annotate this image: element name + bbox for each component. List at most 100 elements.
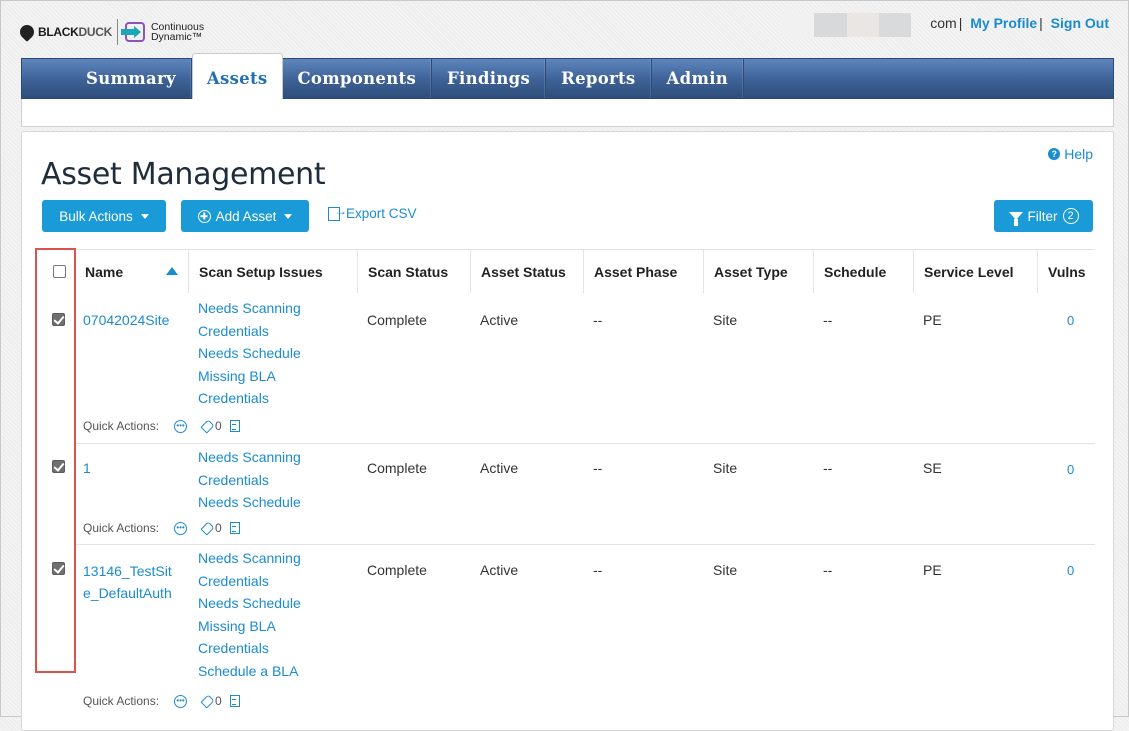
- asset-name-line: 13146_TestSit: [83, 563, 172, 579]
- asset-name-link[interactable]: 1: [83, 459, 91, 477]
- help-label: Help: [1064, 146, 1093, 162]
- continuous-dynamic-logo-icon: [120, 22, 145, 42]
- scan-setup-issues: Needs Scanning Credentials Needs Schedul…: [198, 297, 301, 410]
- logo-divider: [116, 19, 118, 45]
- asset-type: Site: [713, 312, 738, 328]
- tag-icon[interactable]: [200, 520, 215, 536]
- more-actions-icon[interactable]: •••: [174, 521, 188, 535]
- tab-components[interactable]: Components: [283, 59, 433, 98]
- bulk-actions-button[interactable]: Bulk Actions: [42, 200, 166, 232]
- filter-count-badge: 2: [1062, 208, 1079, 224]
- scan-setup-issues: Needs Scanning Credentials Needs Schedul…: [198, 547, 301, 682]
- service-level: PE: [923, 312, 942, 328]
- export-csv-label: Export CSV: [346, 206, 417, 221]
- service-level: SE: [923, 460, 942, 476]
- redacted-email-block: [847, 13, 879, 37]
- issue-link[interactable]: Needs Scanning: [198, 297, 301, 320]
- issue-link[interactable]: Needs Schedule: [198, 491, 301, 514]
- redacted-email-block: [781, 13, 814, 37]
- schedule: --: [823, 312, 833, 328]
- export-icon: [328, 204, 347, 221]
- tab-findings[interactable]: Findings: [432, 59, 547, 98]
- filter-button[interactable]: Filter 2: [994, 200, 1093, 232]
- scan-status: Complete: [367, 562, 427, 578]
- asset-name-link[interactable]: 07042024Site: [83, 311, 169, 329]
- help-icon: ?: [1048, 148, 1061, 160]
- page-title: Asset Management: [41, 157, 326, 192]
- more-actions-icon[interactable]: •••: [174, 694, 188, 708]
- quick-actions-label: Quick Actions:: [83, 419, 160, 433]
- document-icon[interactable]: [229, 695, 240, 707]
- vulns-count-link[interactable]: 0: [1067, 562, 1074, 580]
- tab-assets[interactable]: Assets: [191, 53, 283, 102]
- header-asset-phase[interactable]: Asset Phase: [583, 249, 703, 293]
- tag-count: 0: [215, 694, 222, 708]
- issue-link[interactable]: Credentials: [198, 570, 301, 593]
- asset-phase: --: [593, 312, 603, 328]
- sign-out-link[interactable]: Sign Out: [1051, 15, 1109, 31]
- schedule: --: [823, 562, 833, 578]
- issue-link[interactable]: Credentials: [198, 469, 301, 492]
- header-asset-status[interactable]: Asset Status: [470, 249, 583, 293]
- issue-link[interactable]: Needs Schedule: [198, 342, 301, 365]
- asset-name-link[interactable]: 13146_TestSit e_DefaultAuth: [83, 560, 172, 604]
- scan-status: Complete: [367, 312, 427, 328]
- header-asset-type[interactable]: Asset Type: [703, 249, 813, 293]
- tab-reports[interactable]: Reports: [546, 59, 652, 98]
- add-asset-label: Add Asset: [215, 208, 277, 224]
- asset-name-line: e_DefaultAuth: [83, 585, 172, 601]
- asset-phase: --: [593, 460, 603, 476]
- vulns-count-link[interactable]: 0: [1067, 312, 1074, 330]
- issue-link[interactable]: Missing BLA: [198, 365, 301, 388]
- user-email: com: [930, 15, 957, 31]
- tab-admin[interactable]: Admin: [652, 59, 745, 98]
- header-service-level[interactable]: Service Level: [913, 249, 1037, 293]
- sort-ascending-icon[interactable]: [166, 267, 178, 275]
- bulk-actions-label: Bulk Actions: [59, 208, 133, 224]
- issue-link[interactable]: Credentials: [198, 320, 301, 343]
- my-profile-link[interactable]: My Profile: [970, 15, 1037, 31]
- tag-icon[interactable]: [200, 418, 215, 434]
- header-scan-status[interactable]: Scan Status: [357, 249, 470, 293]
- tag-count: 0: [215, 419, 222, 433]
- redacted-email-block: [814, 13, 847, 37]
- header-name-label: Name: [85, 263, 124, 280]
- quick-actions: Quick Actions: ••• 0: [83, 418, 240, 434]
- issue-link[interactable]: Missing BLA: [198, 615, 301, 638]
- tab-summary[interactable]: Summary: [71, 59, 192, 98]
- more-actions-icon[interactable]: •••: [174, 419, 188, 433]
- add-circle-icon: [197, 209, 211, 223]
- header-scan-setup-issues[interactable]: Scan Setup Issues: [188, 249, 357, 293]
- vulns-count-link[interactable]: 0: [1067, 461, 1074, 479]
- add-asset-button[interactable]: Add Asset: [181, 200, 309, 232]
- issue-link[interactable]: Credentials: [198, 637, 301, 660]
- header-name[interactable]: Name: [74, 249, 188, 293]
- help-link[interactable]: ? Help: [1048, 146, 1093, 162]
- row-divider: [76, 443, 1095, 444]
- export-csv-link[interactable]: Export CSV: [328, 204, 417, 221]
- asset-status: Active: [480, 562, 519, 578]
- asset-status: Active: [480, 312, 519, 328]
- document-icon[interactable]: [229, 522, 240, 534]
- issue-link[interactable]: Schedule a BLA: [198, 660, 301, 683]
- chevron-down-icon: [140, 213, 149, 219]
- issue-link[interactable]: Credentials: [198, 387, 301, 410]
- issue-link[interactable]: Needs Scanning: [198, 446, 301, 469]
- blackduck-logo-icon: [17, 22, 37, 42]
- asset-management-panel: ? Help Asset Management Bulk Actions Add…: [21, 131, 1114, 731]
- tag-icon[interactable]: [200, 693, 215, 709]
- scan-setup-issues: Needs Scanning Credentials Needs Schedul…: [198, 446, 301, 514]
- brand-logo[interactable]: BLACKDUCK Continuous Dynamic™: [17, 17, 204, 47]
- header-vulns[interactable]: Vulns: [1037, 249, 1095, 293]
- redacted-email-block: [879, 13, 911, 37]
- issue-link[interactable]: Needs Schedule: [198, 592, 301, 615]
- blackduck-wordmark: BLACKDUCK: [38, 25, 112, 39]
- asset-status: Active: [480, 460, 519, 476]
- document-icon[interactable]: [229, 420, 240, 432]
- sub-nav-bar: [21, 99, 1114, 127]
- asset-type: Site: [713, 562, 738, 578]
- service-level: PE: [923, 562, 942, 578]
- quick-actions: Quick Actions: ••• 0: [83, 520, 240, 536]
- header-schedule[interactable]: Schedule: [813, 249, 913, 293]
- issue-link[interactable]: Needs Scanning: [198, 547, 301, 570]
